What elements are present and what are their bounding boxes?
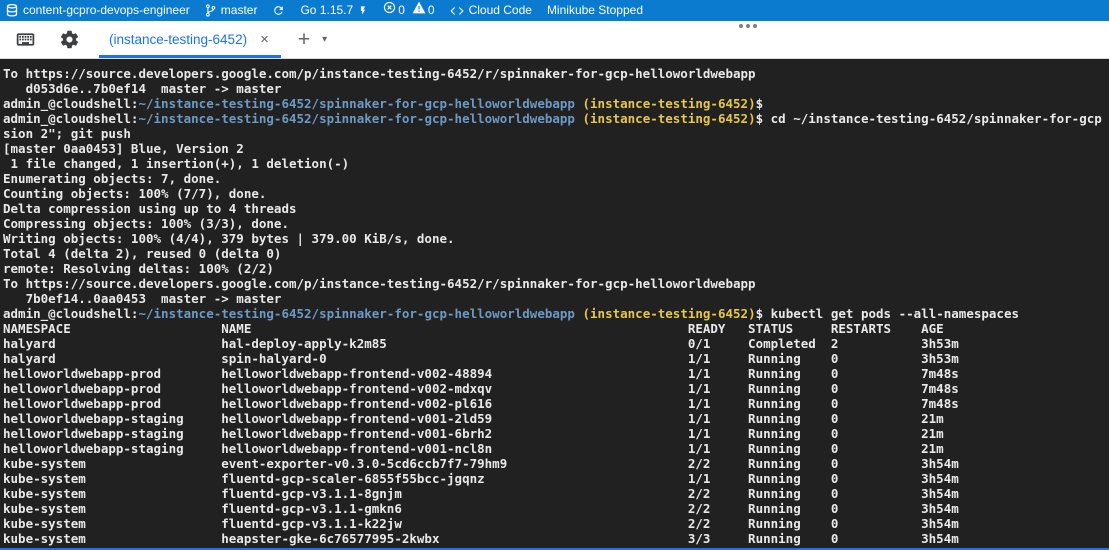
terminal-line: helloworldwebapp-staging helloworldwebap… <box>3 441 1109 456</box>
statusbar-project-label: content-gcpro-devops-engineer <box>23 0 190 21</box>
terminal-line: Total 4 (delta 2), reused 0 (delta 0) <box>3 246 1109 261</box>
terminal-line: Enumerating objects: 7, done. <box>3 171 1109 186</box>
tab-close-icon[interactable]: × <box>258 31 271 48</box>
terminal-line: admin_@cloudshell:~/instance-testing-645… <box>3 96 1109 111</box>
tab-instance-testing-6452[interactable]: (instance-testing-6452) × <box>99 21 281 58</box>
terminal-line: helloworldwebapp-staging helloworldwebap… <box>3 426 1109 441</box>
terminal-line: Writing objects: 100% (4/4), 379 bytes |… <box>3 231 1109 246</box>
terminal-line: halyard spin-halyard-0 1/1 Running 0 3h5… <box>3 351 1109 366</box>
statusbar-minikube[interactable]: Minikube Stopped <box>547 0 643 21</box>
terminal-line: Delta compression using up to 4 threads <box>3 201 1109 216</box>
terminal-line: helloworldwebapp-prod helloworldwebapp-f… <box>3 396 1109 411</box>
terminal-line: NAMESPACE NAME READY STATUS RESTARTS AGE <box>3 321 1109 336</box>
terminal-line: remote: Resolving deltas: 100% (2/2) <box>3 261 1109 276</box>
tab-menu-caret-icon[interactable]: ▾ <box>322 34 327 45</box>
terminal-line: d053d6e..7b0ef14 master -> master <box>3 81 1109 96</box>
terminal[interactable]: To https://source.developers.google.com/… <box>0 60 1109 548</box>
terminal-line: admin_@cloudshell:~/instance-testing-645… <box>3 306 1109 321</box>
gear-icon[interactable] <box>59 29 80 50</box>
terminal-line: sion 2"; git push <box>3 126 1109 141</box>
new-tab-button[interactable]: + <box>298 28 310 52</box>
statusbar-problems[interactable]: 0 0 <box>383 0 434 21</box>
terminal-line: To https://source.developers.google.com/… <box>3 276 1109 291</box>
refresh-icon <box>272 4 285 17</box>
code-brackets-icon <box>450 5 464 17</box>
tab-label: (instance-testing-6452) <box>109 32 247 47</box>
terminal-line: halyard hal-deploy-apply-k2m85 0/1 Compl… <box>3 336 1109 351</box>
terminal-line: To https://source.developers.google.com/… <box>3 66 1109 81</box>
terminal-line: Counting objects: 100% (7/7), done. <box>3 186 1109 201</box>
git-branch-icon <box>205 4 216 17</box>
keyboard-icon[interactable] <box>15 29 36 50</box>
statusbar: content-gcpro-devops-engineer master Go … <box>0 0 1109 21</box>
terminal-line: kube-system fluentd-gcp-scaler-6855f55bc… <box>3 471 1109 486</box>
statusbar-branch[interactable]: master <box>205 0 258 21</box>
terminal-line: kube-system fluentd-gcp-v3.1.1-8gnjm 2/2… <box>3 486 1109 501</box>
terminal-line: kube-system heapster-gke-6c76577995-2kwb… <box>3 531 1109 546</box>
statusbar-go-label: Go 1.15.7 <box>300 0 353 21</box>
terminal-line: helloworldwebapp-prod helloworldwebapp-f… <box>3 366 1109 381</box>
terminal-tab-bar: (instance-testing-6452) × + ▾ <box>0 21 1109 59</box>
terminal-line: kube-system event-exporter-v0.3.0-5cd6cc… <box>3 456 1109 471</box>
terminal-line: Compressing objects: 100% (3/3), done. <box>3 216 1109 231</box>
terminal-line: [master 0aa0453] Blue, Version 2 <box>3 141 1109 156</box>
statusbar-cloud-code[interactable]: Cloud Code <box>450 0 532 21</box>
error-circle-icon <box>383 0 396 21</box>
statusbar-sync[interactable] <box>272 0 285 21</box>
warning-triangle-icon <box>412 0 426 21</box>
lightning-bolt-icon <box>358 4 368 17</box>
terminal-line: kube-system fluentd-gcp-v3.1.1-k22jw 2/2… <box>3 516 1109 531</box>
statusbar-cloud-code-label: Cloud Code <box>469 0 532 21</box>
terminal-line: 1 file changed, 1 insertion(+), 1 deleti… <box>3 156 1109 171</box>
statusbar-go-version[interactable]: Go 1.15.7 <box>300 0 368 21</box>
statusbar-branch-label: master <box>221 0 258 21</box>
terminal-line: helloworldwebapp-staging helloworldwebap… <box>3 411 1109 426</box>
terminal-line: 7b0ef14..0aa0453 master -> master <box>3 291 1109 306</box>
statusbar-project[interactable]: content-gcpro-devops-engineer <box>6 0 190 21</box>
panel-more-handle[interactable] <box>739 24 757 28</box>
terminal-line: helloworldwebapp-prod helloworldwebapp-f… <box>3 381 1109 396</box>
warning-count: 0 <box>428 0 435 21</box>
terminal-line: admin_@cloudshell:~/instance-testing-645… <box>3 111 1109 126</box>
statusbar-minikube-label: Minikube Stopped <box>547 0 643 21</box>
error-count: 0 <box>398 0 405 21</box>
database-stack-icon <box>6 4 18 17</box>
terminal-line: kube-system fluentd-gcp-v3.1.1-gmkn6 2/2… <box>3 501 1109 516</box>
